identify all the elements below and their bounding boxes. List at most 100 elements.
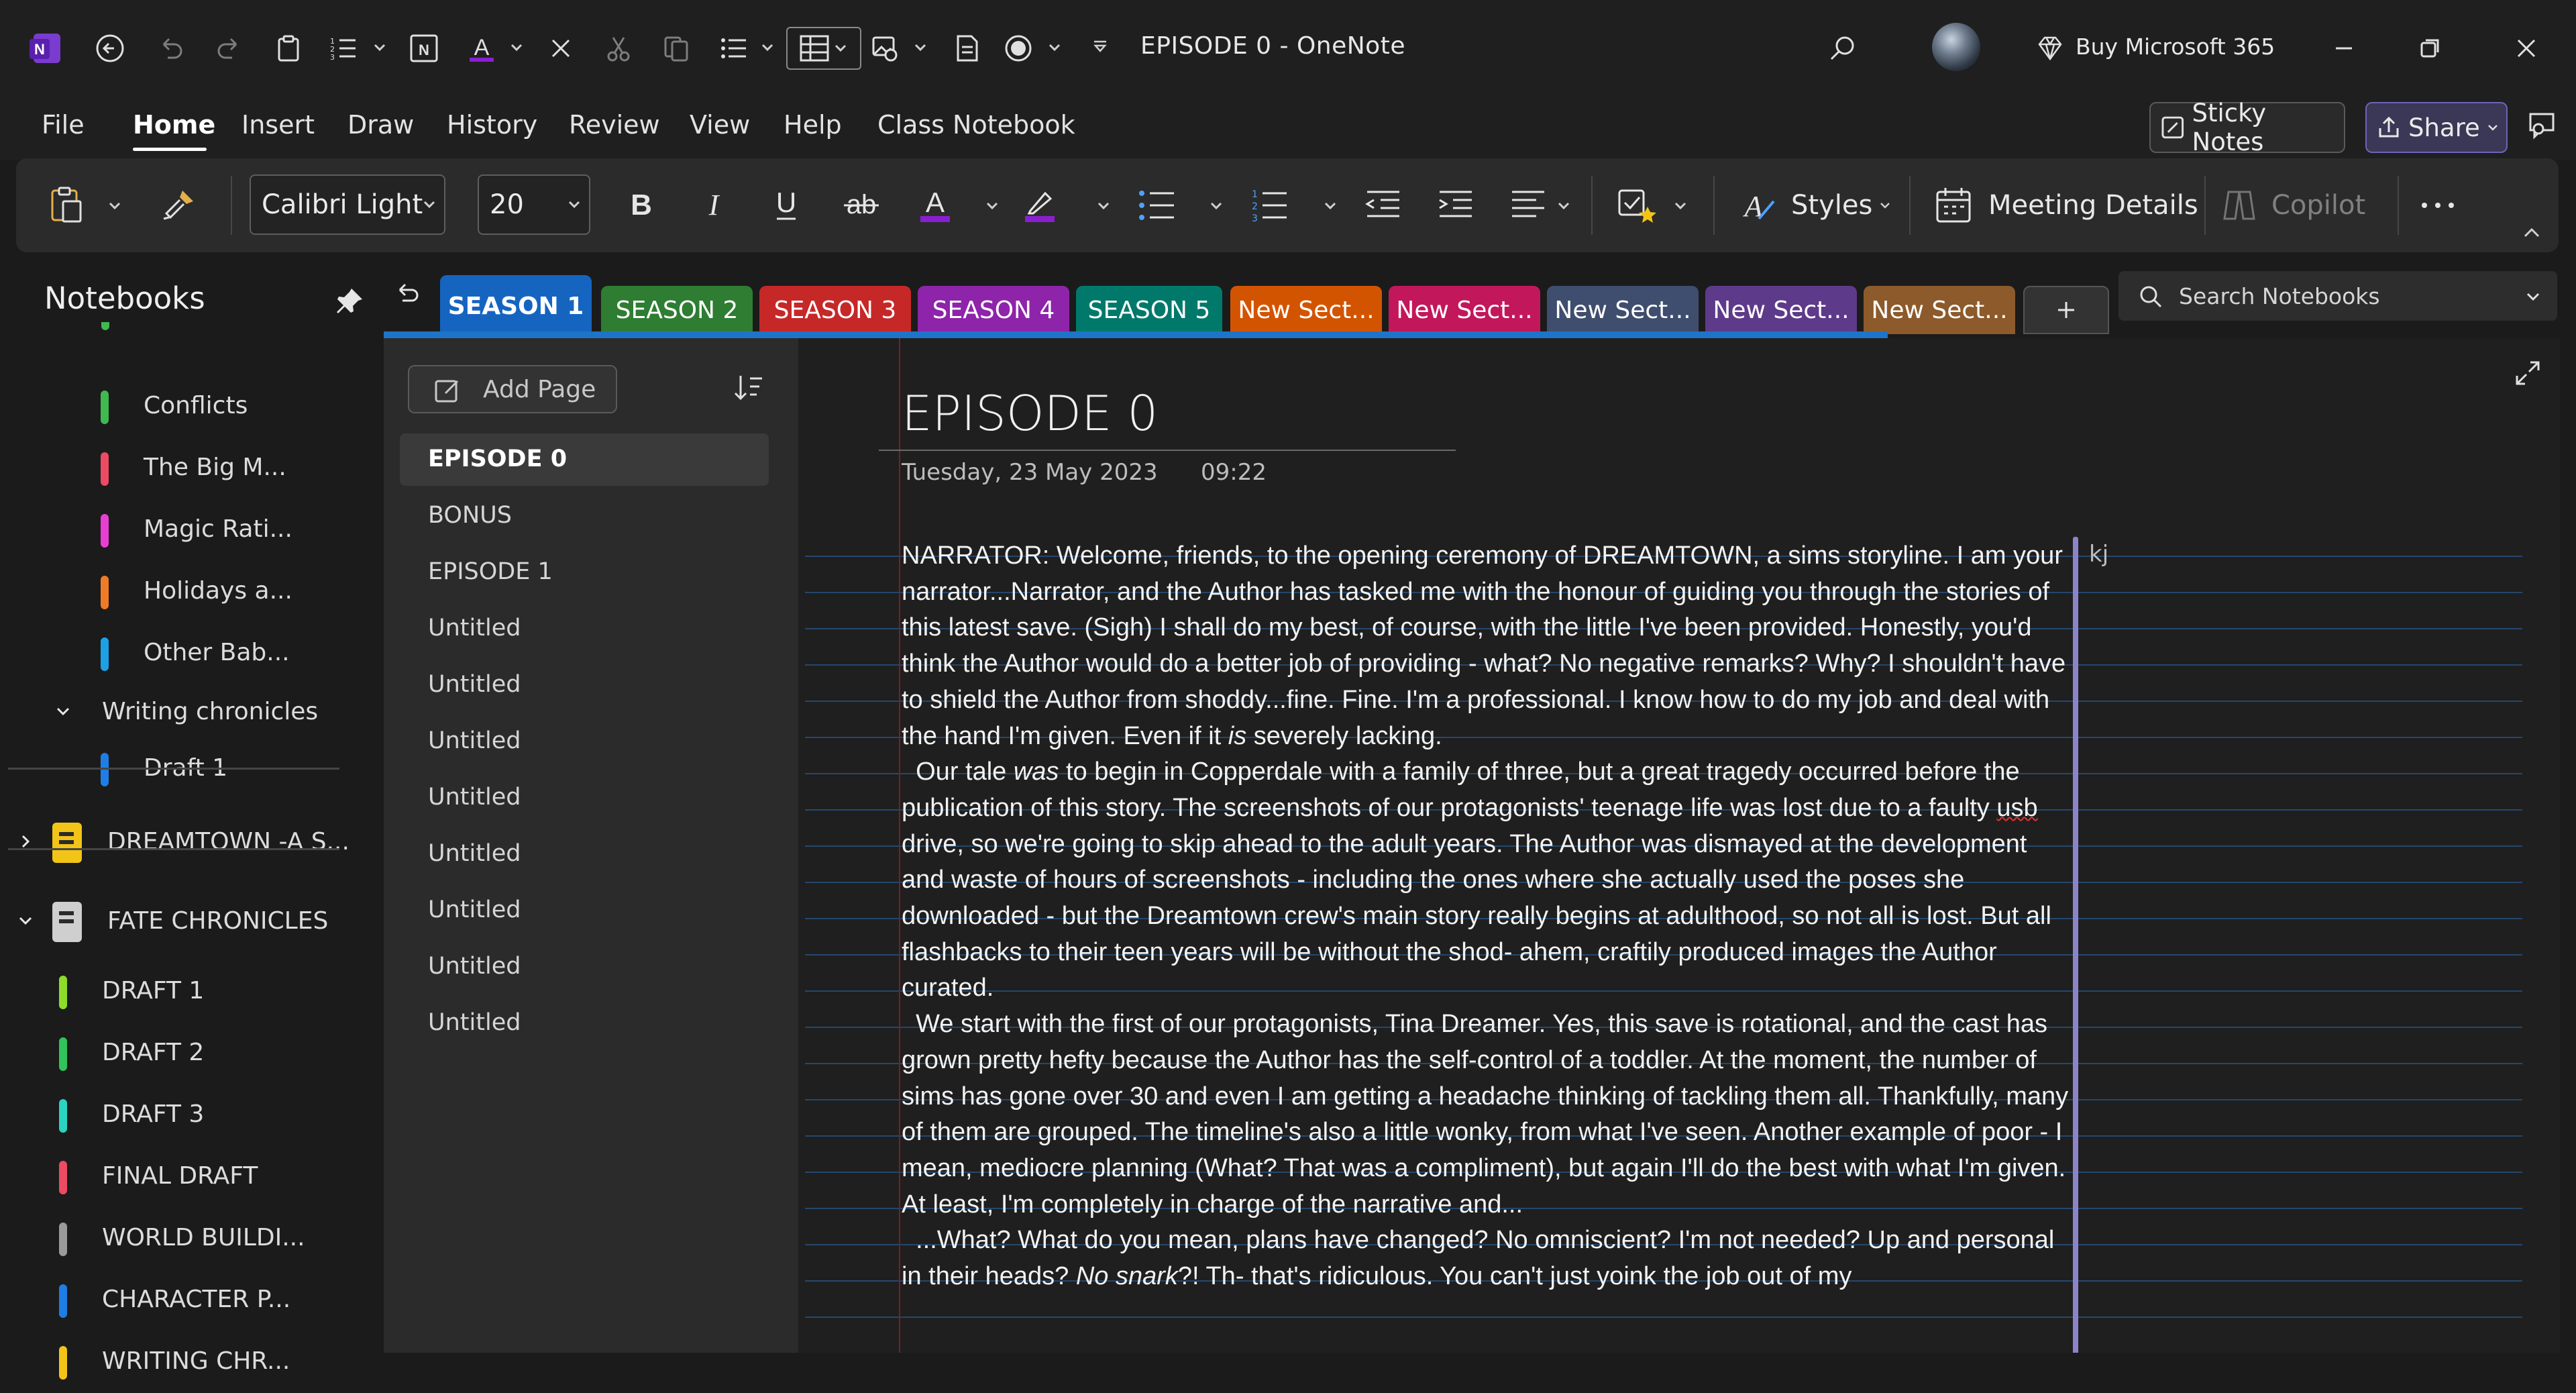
- page-item[interactable]: Untitled: [400, 603, 769, 655]
- styles-button[interactable]: A Styles: [1739, 181, 1907, 229]
- copy-icon[interactable]: [655, 27, 698, 70]
- bullet-list-icon[interactable]: [712, 27, 755, 70]
- add-section-button[interactable]: [2023, 286, 2109, 334]
- chevron-down-icon[interactable]: [105, 181, 125, 229]
- redo-icon[interactable]: [208, 27, 251, 70]
- chevron-down-icon[interactable]: [370, 38, 389, 56]
- chevron-down-icon[interactable]: [1320, 181, 1340, 229]
- menu-draw[interactable]: Draw: [347, 110, 414, 140]
- section-item[interactable]: Other Bab...: [0, 623, 342, 684]
- page-template-icon[interactable]: [946, 27, 989, 70]
- page-item[interactable]: Untitled: [400, 941, 769, 993]
- section-item[interactable]: Magic Rati...: [0, 499, 342, 561]
- note-canvas[interactable]: EPISODE 0 Tuesday, 23 May 2023 09:22 NAR…: [798, 338, 2560, 1353]
- tag-checkbox-star-icon[interactable]: [1613, 181, 1661, 229]
- italic-icon[interactable]: I: [692, 181, 735, 229]
- chevron-down-icon[interactable]: [1045, 38, 1064, 56]
- section-item[interactable]: CHARACTER P...: [0, 1270, 342, 1331]
- chevron-down-icon[interactable]: [911, 38, 930, 56]
- share-button[interactable]: Share: [2365, 102, 2508, 153]
- strikethrough-icon[interactable]: ab: [837, 181, 885, 229]
- section-tab[interactable]: New Sect...: [1389, 286, 1540, 334]
- buy-microsoft-365-link[interactable]: Buy Microsoft 365: [2076, 34, 2275, 60]
- menu-insert[interactable]: Insert: [241, 110, 315, 140]
- minimize-icon[interactable]: [2322, 27, 2365, 70]
- section-tab[interactable]: SEASON 5: [1076, 286, 1222, 334]
- paste-icon[interactable]: [46, 181, 89, 229]
- page-item[interactable]: EPISODE 0: [400, 433, 769, 486]
- section-item[interactable]: WORLD BUILDI...: [0, 1208, 342, 1270]
- page-item[interactable]: EPISODE 1: [400, 546, 769, 599]
- section-item[interactable]: FINAL DRAFT: [0, 1146, 342, 1208]
- chevron-down-icon[interactable]: [1093, 181, 1114, 229]
- bold-icon[interactable]: B: [620, 181, 663, 229]
- section-tab[interactable]: SEASON 3: [759, 286, 911, 334]
- page-item[interactable]: Untitled: [400, 828, 769, 880]
- chevron-down-icon[interactable]: [2524, 287, 2542, 306]
- highlight-icon[interactable]: [1016, 181, 1064, 229]
- bullets-icon[interactable]: [1132, 181, 1181, 229]
- copilot-button[interactable]: Copilot: [2219, 181, 2394, 229]
- section-group-item[interactable]: Writing chronicles: [0, 682, 342, 743]
- notebook-view-icon[interactable]: N: [402, 27, 445, 70]
- increase-indent-icon[interactable]: [1432, 181, 1480, 229]
- notebook-item[interactable]: DREAMTOWN -A S...: [0, 812, 350, 874]
- decrease-indent-icon[interactable]: [1359, 181, 1407, 229]
- search-notebooks-field[interactable]: Search Notebooks: [2118, 271, 2557, 321]
- expand-icon[interactable]: [2513, 358, 2542, 388]
- numbering-icon[interactable]: 123: [1245, 181, 1293, 229]
- meeting-details-button[interactable]: Meeting Details: [1933, 181, 2202, 229]
- note-container-edge[interactable]: [2073, 537, 2078, 1353]
- section-tab[interactable]: New Sect...: [1705, 286, 1857, 334]
- table-icon[interactable]: [786, 27, 861, 70]
- chevron-down-icon[interactable]: [982, 181, 1002, 229]
- search-icon[interactable]: [1822, 27, 1865, 70]
- format-painter-icon[interactable]: [157, 181, 200, 229]
- feedback-icon[interactable]: [2520, 105, 2563, 148]
- align-icon[interactable]: [1504, 181, 1552, 229]
- page-item[interactable]: Untitled: [400, 715, 769, 768]
- page-item[interactable]: Untitled: [400, 997, 769, 1049]
- section-item[interactable]: Holidays a...: [0, 561, 342, 623]
- font-color-icon[interactable]: A: [460, 27, 503, 70]
- page-item[interactable]: Untitled: [400, 772, 769, 824]
- menu-class-notebook[interactable]: Class Notebook: [877, 110, 1075, 140]
- notebook-item[interactable]: FATE CHRONICLES: [0, 891, 342, 953]
- menu-view[interactable]: View: [690, 110, 750, 140]
- section-item[interactable]: DRAFT 3: [0, 1084, 342, 1146]
- page-item[interactable]: Untitled: [400, 659, 769, 711]
- font-family-select[interactable]: Calibri Light: [250, 174, 445, 235]
- sticky-notes-button[interactable]: Sticky Notes: [2149, 99, 2345, 156]
- customize-toolbar-icon[interactable]: [1091, 38, 1110, 56]
- chevron-down-icon[interactable]: [1554, 181, 1574, 229]
- font-color-icon[interactable]: A: [911, 181, 959, 229]
- back-icon[interactable]: [89, 27, 131, 70]
- page-item[interactable]: BONUS: [400, 490, 769, 542]
- section-item[interactable]: DRAFT 1: [0, 961, 342, 1023]
- section-item[interactable]: Conflicts: [0, 376, 342, 437]
- numbered-list-icon[interactable]: 123: [322, 27, 365, 70]
- underline-icon[interactable]: U: [765, 181, 808, 229]
- picture-icon[interactable]: [864, 27, 907, 70]
- section-tab[interactable]: New Sect...: [1864, 286, 2015, 334]
- page-item[interactable]: Untitled: [400, 884, 769, 937]
- section-tab[interactable]: SEASON 1: [440, 275, 592, 337]
- chevron-down-icon[interactable]: [1670, 181, 1690, 229]
- chevron-down-icon[interactable]: [54, 702, 72, 721]
- section-tab[interactable]: SEASON 4: [918, 286, 1069, 334]
- collapse-ribbon-icon[interactable]: [2518, 219, 2545, 246]
- stray-text[interactable]: kj: [2089, 541, 2108, 568]
- scissors-icon[interactable]: [597, 27, 640, 70]
- more-options-icon[interactable]: [2410, 181, 2466, 229]
- chevron-down-icon[interactable]: [1206, 181, 1226, 229]
- diamond-icon[interactable]: [2029, 27, 2072, 70]
- menu-history[interactable]: History: [447, 110, 537, 140]
- restore-icon[interactable]: [2408, 27, 2451, 70]
- undo-icon[interactable]: [149, 27, 192, 70]
- section-item[interactable]: WRITING CHR...: [0, 1331, 342, 1393]
- chevron-down-icon[interactable]: [507, 38, 526, 56]
- menu-review[interactable]: Review: [569, 110, 660, 140]
- chevron-down-icon[interactable]: [758, 38, 777, 56]
- chevron-down-icon[interactable]: [16, 911, 35, 930]
- section-item[interactable]: DRAFT 2: [0, 1023, 342, 1084]
